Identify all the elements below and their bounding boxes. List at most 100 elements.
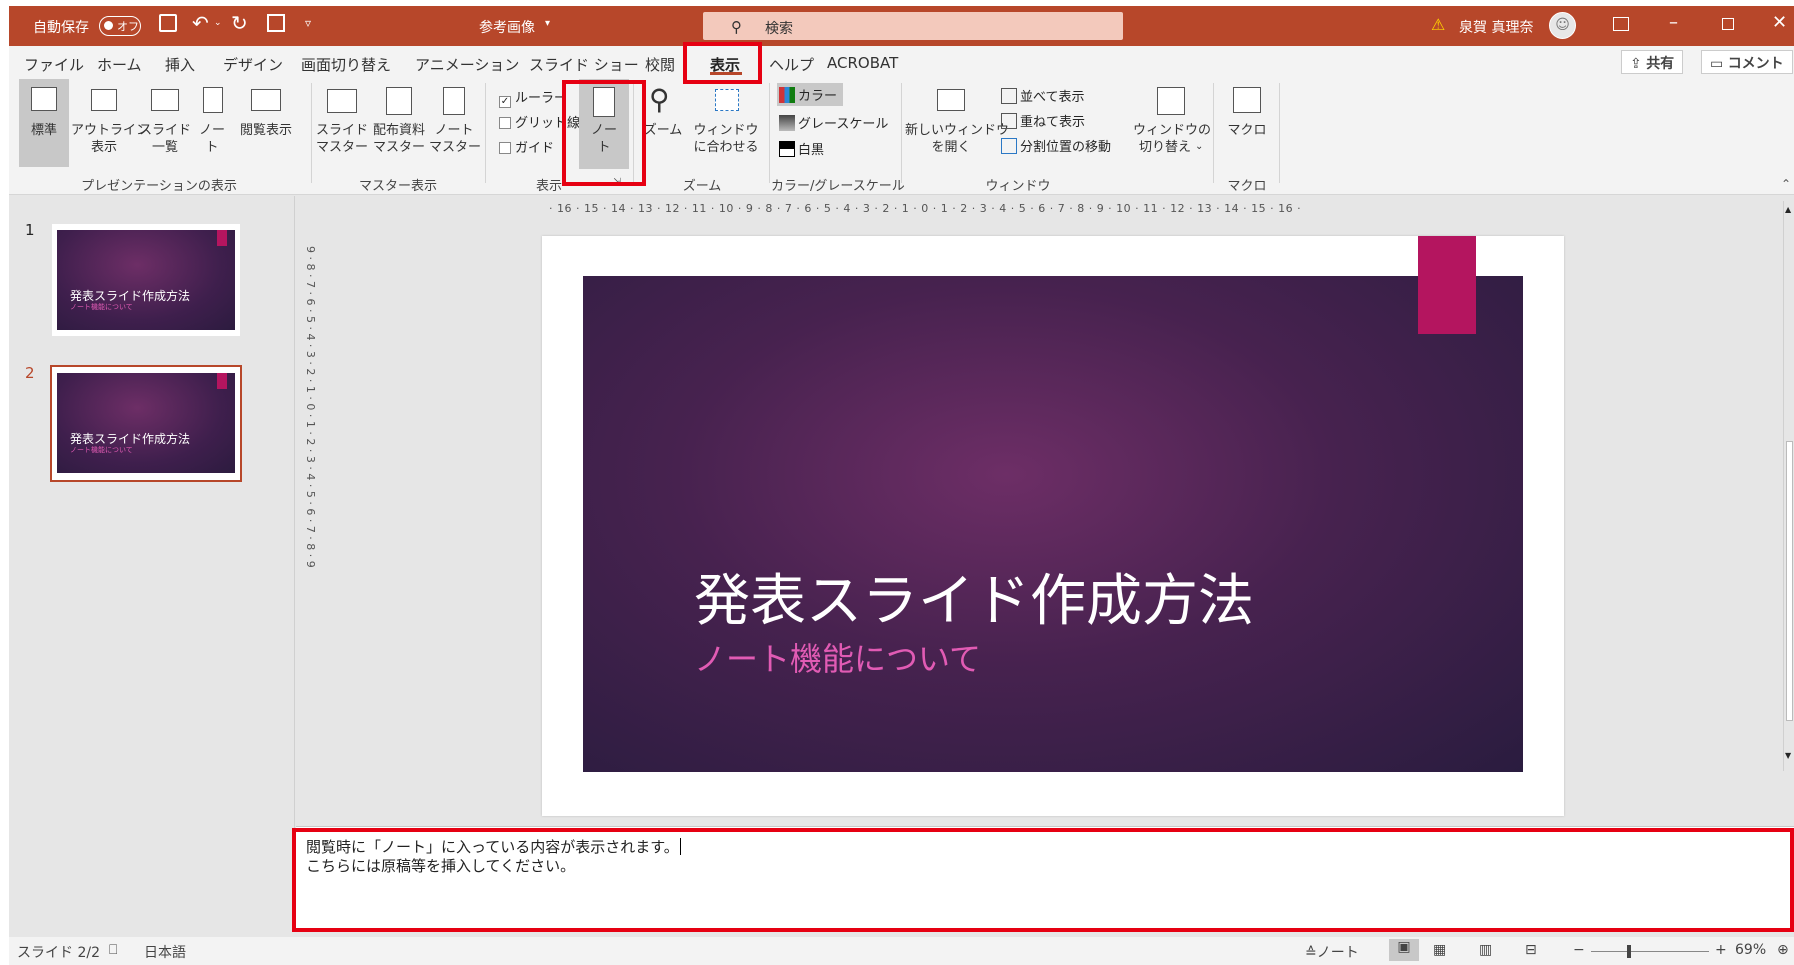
tab-animations[interactable]: アニメーション <box>415 54 519 75</box>
slide-subtitle[interactable]: ノート機能について <box>694 634 981 680</box>
undo-icon[interactable]: ↶ <box>192 11 209 35</box>
tab-design[interactable]: デザイン <box>223 54 283 75</box>
save-icon[interactable] <box>159 14 177 32</box>
grayscale-label: グレースケール <box>798 117 889 132</box>
close-icon[interactable]: ✕ <box>1772 12 1787 33</box>
tab-help[interactable]: ヘルプ <box>769 54 814 75</box>
scroll-down-icon[interactable]: ▼ <box>1785 751 1791 760</box>
notes-master-button[interactable]: ノート マスター <box>429 79 481 167</box>
notes-pane[interactable]: 閲覧時に「ノート」に入っている内容が表示されます。 こちらには原稿等を挿入してく… <box>296 826 1794 929</box>
group-separator <box>901 83 902 183</box>
guides-checkbox[interactable]: ガイド <box>499 137 554 156</box>
share-button[interactable]: ⇪ 共有 <box>1621 50 1684 74</box>
vertical-ruler[interactable]: 9 · 8 · 7 · 6 · 5 · 4 · 3 · 2 · 1 · 0 · … <box>299 246 317 816</box>
tab-transitions[interactable]: 画面切り替え <box>301 54 391 75</box>
handout-master-button[interactable]: 配布資料 マスター <box>369 79 429 167</box>
tab-insert[interactable]: 挿入 <box>165 54 195 75</box>
language-indicator[interactable]: 日本語 <box>144 942 186 962</box>
search-placeholder: 検索 <box>765 21 793 37</box>
arrange-all-icon <box>1001 88 1017 104</box>
slide-sorter-status-icon[interactable]: ▦ <box>1433 942 1446 958</box>
file-name[interactable]: 参考画像 <box>479 17 535 37</box>
toggle-knob <box>104 21 113 30</box>
normal-view-button[interactable]: 標準 <box>19 79 69 167</box>
slide-number-1: 1 <box>25 221 35 239</box>
checkbox-icon <box>499 117 511 129</box>
share-icon: ⇪ <box>1630 56 1647 72</box>
normal-view-status-icon[interactable]: ▣ <box>1389 939 1419 961</box>
switch-windows-button[interactable]: ウィンドウの 切り替え ⌄ <box>1133 79 1211 167</box>
redo-icon[interactable]: ↻ <box>231 11 248 35</box>
fit-to-window-button[interactable]: ウィンドウ に合わせる <box>689 79 763 167</box>
search-box[interactable]: ⚲ 検索 <box>703 12 1123 40</box>
zoom-level[interactable]: 69% <box>1735 942 1766 958</box>
ribbon-display-options-icon[interactable] <box>1613 17 1629 31</box>
notes-page-view-button[interactable]: ノー ト <box>193 79 231 167</box>
comment-button[interactable]: ▭ コメント <box>1701 50 1793 74</box>
powerpoint-window: 自動保存 オフ ↶ ⌄ ↻ ▿ 参考画像 ▾ ⚲ 検索 ⚠ 泉賀 真理奈 ☺ –… <box>9 6 1794 965</box>
slide-thumbnail-2-selected[interactable]: 発表スライド作成方法 ノート機能について <box>50 365 242 482</box>
gridlines-checkbox[interactable]: グリッド線 <box>499 112 580 131</box>
show-dialog-launcher-icon[interactable]: ⇲ <box>613 177 621 188</box>
thumbnail-preview: 発表スライド作成方法 ノート機能について <box>57 230 235 330</box>
scroll-up-icon[interactable]: ▲ <box>1785 205 1791 214</box>
warning-icon[interactable]: ⚠ <box>1431 15 1445 34</box>
macros-button[interactable]: マクロ <box>1219 79 1275 167</box>
notes-toggle-button[interactable]: ノー ト <box>579 79 629 169</box>
autosave-toggle[interactable]: オフ <box>99 16 141 36</box>
scrollbar-thumb[interactable] <box>1786 441 1793 721</box>
vertical-scrollbar[interactable]: ▲ ▼ <box>1783 201 1794 771</box>
tab-slide-show[interactable]: スライド ショー <box>529 54 639 75</box>
accessibility-icon[interactable]: ⎕ <box>109 942 117 958</box>
notes-text[interactable]: 閲覧時に「ノート」に入っている内容が表示されます。 こちらには原稿等を挿入してく… <box>306 838 681 876</box>
ruler-label: ルーラー <box>515 91 568 106</box>
present-from-start-icon[interactable] <box>267 14 285 32</box>
slide-title[interactable]: 発表スライド作成方法 <box>694 556 1254 637</box>
group-separator <box>1279 83 1280 183</box>
tab-file[interactable]: ファイル <box>24 54 84 75</box>
zoom-button[interactable]: ⚲ ズーム <box>639 79 687 167</box>
current-slide[interactable]: 発表スライド作成方法 ノート機能について <box>583 276 1523 772</box>
zoom-slider-track[interactable] <box>1591 951 1709 952</box>
slide-editing-canvas[interactable]: 発表スライド作成方法 ノート機能について <box>542 236 1564 816</box>
tab-acrobat[interactable]: ACROBAT <box>827 54 898 72</box>
user-name[interactable]: 泉賀 真理奈 <box>1459 17 1533 37</box>
slide-sorter-label-1: スライド <box>139 123 192 138</box>
reading-view-button[interactable]: 閲覧表示 <box>233 79 299 167</box>
fit-slide-icon[interactable]: ⊕ <box>1777 942 1789 958</box>
arrange-all-button[interactable]: 並べて表示 <box>1001 86 1084 105</box>
black-white-button[interactable]: 白黒 <box>779 139 824 158</box>
handout-master-label-1: 配布資料 <box>372 123 425 138</box>
slide-master-button[interactable]: スライド マスター <box>315 79 369 167</box>
tab-home[interactable]: ホーム <box>97 54 142 75</box>
fit-to-window-label-2: に合わせる <box>693 140 759 155</box>
restore-icon[interactable] <box>1722 18 1734 30</box>
fit-to-window-icon <box>715 89 739 111</box>
cascade-button[interactable]: 重ねて表示 <box>1001 111 1085 130</box>
minimize-icon[interactable]: – <box>1669 12 1678 33</box>
grayscale-button[interactable]: グレースケール <box>779 113 888 132</box>
outline-view-button[interactable]: アウトライン 表示 <box>71 79 149 167</box>
tab-review[interactable]: 校閲 <box>645 54 675 75</box>
move-split-button[interactable]: 分割位置の移動 <box>1001 136 1111 155</box>
slide-sorter-button[interactable]: スライド 一覧 <box>139 79 191 167</box>
zoom-slider-thumb[interactable] <box>1627 945 1631 958</box>
user-avatar[interactable]: ☺ <box>1549 12 1576 39</box>
slide-thumbnail-1[interactable]: 発表スライド作成方法 ノート機能について <box>52 224 240 336</box>
group-separator <box>485 83 486 183</box>
notes-status-button[interactable]: ≙ノート <box>1305 942 1359 962</box>
color-button[interactable]: カラー <box>777 83 844 106</box>
horizontal-ruler[interactable]: · 16 · 15 · 14 · 13 · 12 · 11 · 10 · 9 ·… <box>549 202 1529 220</box>
reading-view-status-icon[interactable]: ▥ <box>1479 942 1492 958</box>
slide-accent-tag <box>1418 236 1476 334</box>
handout-master-icon <box>386 87 412 115</box>
ruler-checkbox[interactable]: ✓ ルーラー <box>499 87 567 108</box>
slideshow-status-icon[interactable]: ⊟ <box>1525 942 1537 958</box>
zoom-in-icon[interactable]: + <box>1715 942 1727 958</box>
collapse-ribbon-icon[interactable]: ⌃ <box>1781 177 1791 191</box>
zoom-out-icon[interactable]: − <box>1573 942 1585 958</box>
undo-dropdown-icon[interactable]: ⌄ <box>214 18 222 28</box>
customize-qat-icon[interactable]: ▿ <box>305 16 311 30</box>
new-window-button[interactable]: 新しいウィンドウ を開く <box>905 79 1009 167</box>
filename-dropdown-icon[interactable]: ▾ <box>545 18 550 29</box>
